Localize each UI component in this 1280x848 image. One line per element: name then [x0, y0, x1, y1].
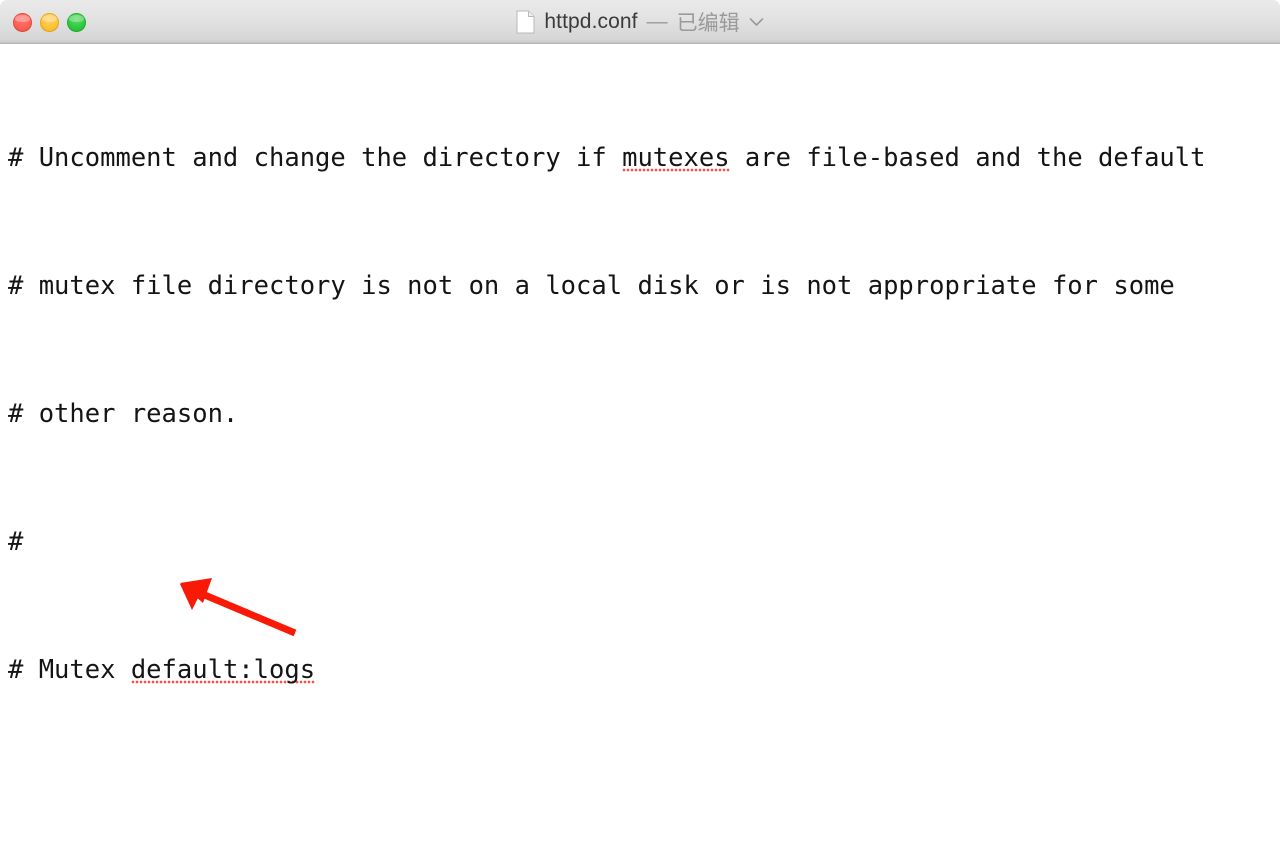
code-text: # other reason.: [8, 399, 239, 429]
code-line[interactable]: # Mutex default:logs: [8, 654, 1280, 686]
window-title-status: 已编辑: [676, 11, 740, 35]
code-text: are file-based and the default: [729, 143, 1206, 173]
code-text: #: [8, 527, 24, 557]
code-text: # Mutex: [8, 655, 131, 685]
window-title-filename: httpd.conf: [544, 9, 638, 33]
code-line[interactable]: # other reason.: [8, 398, 1280, 430]
document-icon: [516, 10, 535, 34]
code-line[interactable]: #: [8, 526, 1280, 558]
close-window-button[interactable]: [13, 12, 32, 32]
text-editor-window: httpd.conf — 已编辑 # Uncomment and change …: [0, 0, 1280, 848]
window-title-cluster[interactable]: httpd.conf — 已编辑: [516, 7, 763, 37]
misspelled-word[interactable]: default:logs: [130, 655, 316, 686]
minimize-window-button[interactable]: [40, 12, 59, 32]
misspelled-word[interactable]: mutexes: [622, 143, 730, 174]
code-line[interactable]: # mutex file directory is not on a local…: [8, 270, 1280, 302]
window-controls: [13, 0, 86, 44]
maximize-window-button[interactable]: [67, 12, 86, 32]
code-text: # Uncomment and change the directory if: [8, 143, 623, 173]
code-line[interactable]: # Uncomment and change the directory if …: [8, 142, 1280, 174]
code-text: # mutex file directory is not on a local…: [8, 271, 1175, 301]
window-titlebar[interactable]: httpd.conf — 已编辑: [0, 0, 1280, 44]
code-line-blank[interactable]: [8, 782, 1280, 814]
window-title-separator: —: [646, 9, 668, 33]
chevron-down-icon[interactable]: [749, 17, 764, 27]
editor-text-area[interactable]: # Uncomment and change the directory if …: [0, 44, 1280, 848]
config-file-content[interactable]: # Uncomment and change the directory if …: [8, 46, 1280, 848]
